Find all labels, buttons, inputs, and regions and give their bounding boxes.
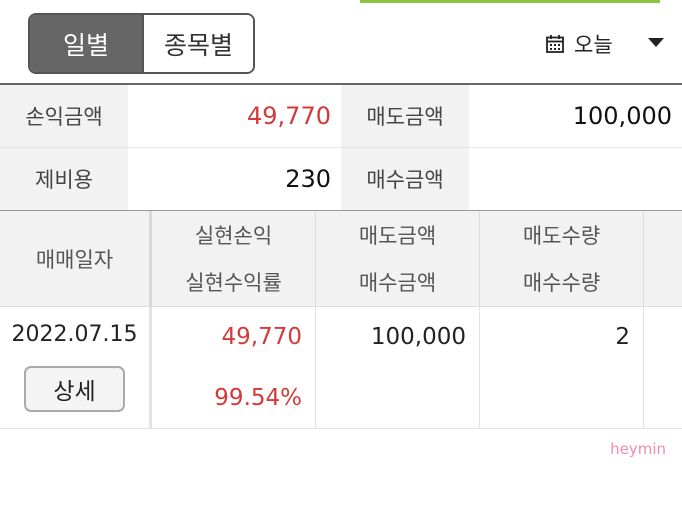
top-accent-bar — [360, 0, 660, 3]
header-sell-qty: 매도수량 — [522, 223, 601, 248]
row-realized-rate: 99.54% — [214, 384, 302, 411]
row-qty-cell: 2 — [480, 307, 644, 428]
sell-amount-label: 매도금액 — [341, 85, 469, 147]
buy-amount-label: 매수금액 — [341, 148, 469, 210]
header-pl-group: 실현손익 실현수익률 — [152, 211, 316, 306]
row-realized-pl: 49,770 — [221, 324, 302, 351]
profit-label: 손익금액 — [0, 85, 128, 147]
header-realized-rate: 실현수익률 — [185, 271, 282, 296]
tab-by-stock[interactable]: 종목별 — [142, 15, 253, 72]
row-date: 2022.07.15 — [11, 321, 138, 347]
header-qty-group: 매도수량 매수수량 — [480, 211, 644, 306]
header-buy-qty: 매수수량 — [522, 271, 601, 296]
period-label: 오늘 — [574, 33, 613, 57]
fee-value: 230 — [128, 148, 341, 210]
row-buy-qty — [480, 368, 643, 429]
header-realized-pl: 실현손익 — [194, 223, 273, 248]
view-toggle: 일별 종목별 — [28, 13, 255, 74]
row-sell-amount: 100,000 — [370, 324, 466, 351]
watermark: heymin — [610, 440, 666, 458]
sell-amount-value: 100,000 — [469, 85, 682, 147]
period-dropdown[interactable]: 오늘 — [545, 28, 664, 60]
summary-row: 제비용 230 매수금액 — [0, 148, 682, 212]
row-pl-cell: 49,770 99.54% — [152, 307, 316, 428]
tab-daily[interactable]: 일별 — [30, 15, 142, 72]
header-overflow-column — [644, 211, 682, 306]
profit-value: 49,770 — [128, 85, 341, 147]
detail-button[interactable]: 상세 — [24, 366, 125, 412]
row-date-cell: 2022.07.15 상세 — [0, 307, 152, 428]
chevron-down-icon — [648, 38, 664, 47]
buy-amount-value — [469, 148, 682, 210]
header-date: 매매일자 — [0, 211, 152, 306]
row-overflow-cell — [644, 307, 682, 428]
summary-panel: 손익금액 49,770 매도금액 100,000 제비용 230 매수금액 — [0, 83, 682, 212]
fee-label: 제비용 — [0, 148, 128, 210]
table-header: 매매일자 실현손익 실현수익률 매도금액 매수금액 매도수량 매수수량 — [0, 211, 682, 307]
summary-row: 손익금액 49,770 매도금액 100,000 — [0, 85, 682, 148]
calendar-icon — [546, 35, 564, 53]
row-sell-qty: 2 — [615, 324, 630, 351]
row-amount-cell: 100,000 — [316, 307, 480, 428]
trade-table: 매매일자 실현손익 실현수익률 매도금액 매수금액 매도수량 매수수량 2022… — [0, 211, 682, 429]
table-row: 2022.07.15 상세 49,770 99.54% 100,000 2 — [0, 307, 682, 429]
row-buy-amount — [316, 368, 479, 429]
header-sell-amount: 매도금액 — [358, 223, 437, 248]
header-buy-amount: 매수금액 — [358, 271, 437, 296]
header-amount-group: 매도금액 매수금액 — [316, 211, 480, 306]
